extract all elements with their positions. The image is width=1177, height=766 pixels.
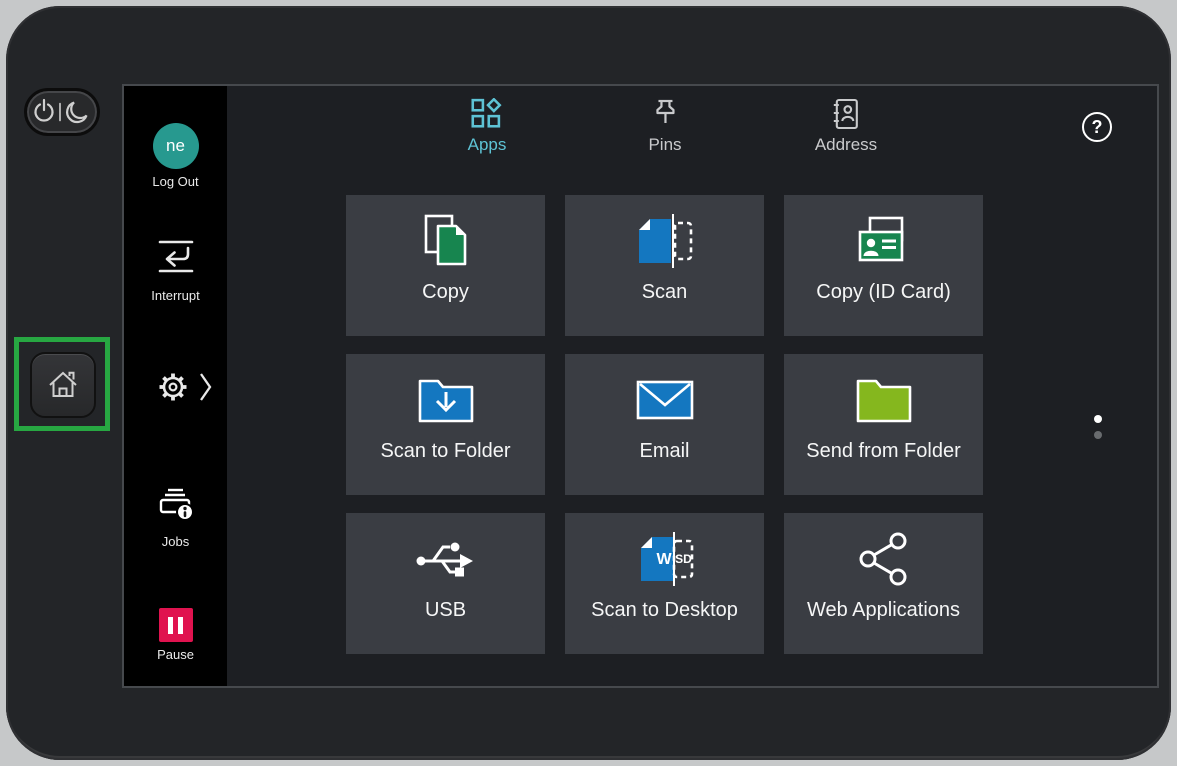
tab-pins[interactable]: Pins	[648, 98, 681, 155]
tile-scan-label: Scan	[642, 281, 688, 304]
jobs-icon	[156, 486, 196, 524]
tile-email[interactable]: Email	[565, 354, 764, 495]
tile-copy-id-card[interactable]: Copy (ID Card)	[784, 195, 983, 336]
tile-send-from-folder[interactable]: Send from Folder	[784, 354, 983, 495]
sidebar: ne Log Out Interrupt	[124, 86, 227, 686]
usb-icon	[415, 534, 477, 584]
printer-control-panel: ne Log Out Interrupt	[0, 0, 1177, 766]
tile-usb-label: USB	[425, 599, 466, 622]
tile-copy-label: Copy	[422, 281, 469, 304]
pushpin-icon	[649, 98, 681, 130]
wsd-w-text: W	[656, 551, 672, 568]
tab-address-label: Address	[815, 135, 877, 155]
help-icon: ?	[1092, 117, 1103, 138]
jobs-button[interactable]: Jobs	[124, 486, 227, 549]
tile-scan-to-desktop[interactable]: W SD Scan to Desktop	[565, 513, 764, 654]
apps-grid: Copy Scan	[346, 195, 983, 654]
settings-button[interactable]	[124, 370, 227, 404]
apps-grid-icon	[471, 98, 503, 130]
folder-download-icon	[416, 377, 476, 423]
share-icon	[856, 531, 912, 587]
interrupt-label: Interrupt	[124, 288, 227, 303]
interrupt-icon	[153, 238, 199, 278]
wsd-sd-text: SD	[675, 552, 692, 566]
power-sleep-button[interactable]	[24, 88, 100, 136]
interrupt-button[interactable]: Interrupt	[124, 238, 227, 303]
tile-copy[interactable]: Copy	[346, 195, 545, 336]
touch-screen: ne Log Out Interrupt	[122, 84, 1159, 688]
pause-icon	[159, 608, 193, 642]
tile-scan[interactable]: Scan	[565, 195, 764, 336]
copy-pages-icon	[418, 213, 474, 269]
tab-apps[interactable]: Apps	[468, 98, 507, 155]
tile-usb[interactable]: USB	[346, 513, 545, 654]
envelope-icon	[635, 379, 695, 421]
logout-label: Log Out	[124, 174, 227, 189]
tile-scan-to-folder[interactable]: Scan to Folder	[346, 354, 545, 495]
help-button[interactable]: ?	[1082, 112, 1112, 142]
tile-send-from-folder-label: Send from Folder	[806, 440, 961, 463]
id-card-icon	[854, 215, 914, 267]
home-icon	[45, 368, 81, 402]
page-dot-active[interactable]	[1094, 415, 1102, 423]
scan-page-icon	[633, 212, 697, 270]
page-dot-inactive[interactable]	[1094, 431, 1102, 439]
logout-button[interactable]: ne Log Out	[124, 123, 227, 189]
home-button[interactable]	[30, 352, 96, 418]
sleep-moon-icon	[67, 103, 86, 122]
address-book-icon	[830, 98, 862, 130]
user-avatar: ne	[153, 123, 199, 169]
tab-apps-label: Apps	[468, 135, 507, 155]
tile-web-applications[interactable]: Web Applications	[784, 513, 983, 654]
jobs-label: Jobs	[124, 534, 227, 549]
tab-address[interactable]: Address	[815, 98, 877, 155]
gear-icon	[156, 370, 190, 404]
tile-copy-id-card-label: Copy (ID Card)	[816, 281, 950, 304]
chevron-right-icon	[199, 372, 213, 402]
tile-scan-to-desktop-label: Scan to Desktop	[591, 599, 738, 622]
tile-web-applications-label: Web Applications	[807, 599, 960, 622]
tile-email-label: Email	[639, 440, 689, 463]
folder-icon	[854, 377, 914, 423]
power-sleep-icons	[33, 97, 91, 127]
wsd-document-icon: W SD	[634, 530, 696, 588]
pause-label: Pause	[124, 647, 227, 662]
tab-pins-label: Pins	[648, 135, 681, 155]
pause-button[interactable]: Pause	[124, 608, 227, 662]
tile-scan-to-folder-label: Scan to Folder	[380, 440, 510, 463]
